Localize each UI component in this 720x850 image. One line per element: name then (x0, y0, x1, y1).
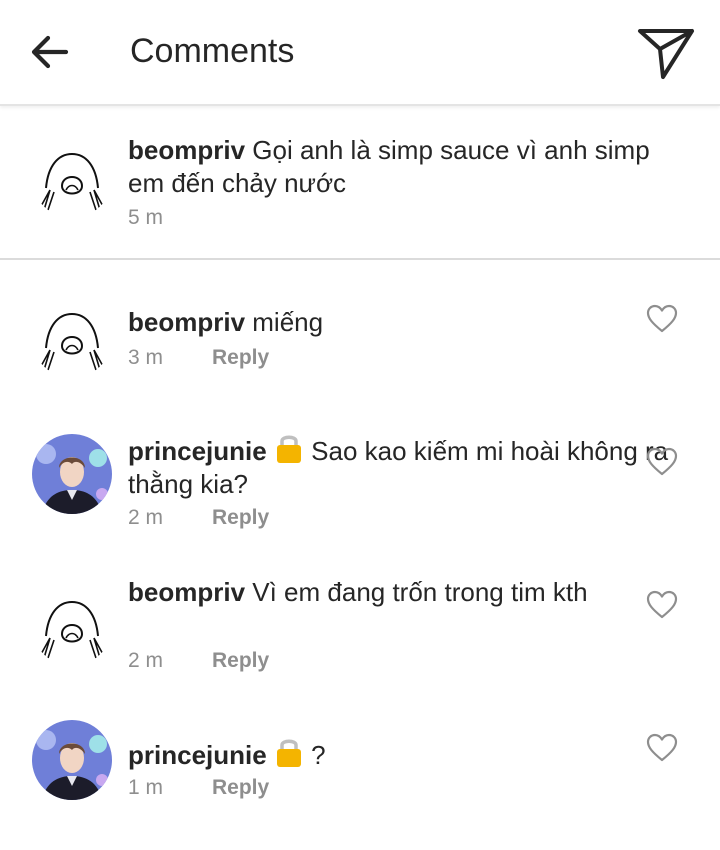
reply-button[interactable]: Reply (212, 649, 269, 673)
paper-plane-icon (638, 29, 694, 79)
comment-username[interactable]: princejunie (128, 740, 267, 770)
comment-username[interactable]: beompriv (128, 577, 245, 607)
comment-text: princejunie Sao kao kiếm mi hoài không r… (128, 432, 688, 501)
avatar[interactable] (32, 586, 112, 666)
comment-meta: 1 m Reply (128, 776, 269, 800)
heart-icon (646, 590, 678, 619)
lock-icon (276, 739, 301, 767)
back-button[interactable] (28, 30, 72, 74)
comment-time: 3 m (128, 346, 164, 369)
caption-meta: 5 m (128, 206, 163, 230)
heart-icon (646, 733, 678, 762)
reply-button[interactable]: Reply (212, 776, 269, 800)
post-caption: beompriv Gọi anh là simp sauce vì anh si… (0, 106, 720, 260)
comment-meta: 3 m Reply (128, 346, 269, 370)
reply-button[interactable]: Reply (212, 346, 269, 370)
like-button[interactable] (646, 733, 678, 763)
reply-button[interactable]: Reply (212, 506, 269, 530)
profile-photo-icon (32, 434, 112, 514)
comment-meta: 2 m Reply (128, 506, 269, 530)
arrow-left-icon (31, 35, 69, 69)
comment-body: ? (311, 740, 326, 770)
like-button[interactable] (646, 304, 678, 334)
comment-time: 1 m (128, 776, 164, 799)
sketch-avatar-icon (32, 298, 112, 378)
comment-time: 2 m (128, 649, 164, 672)
heart-icon (646, 447, 678, 476)
share-button[interactable] (636, 26, 696, 82)
lock-icon (276, 435, 301, 463)
comment-meta: 2 m Reply (128, 649, 269, 673)
comment-text: princejunie ? (128, 736, 688, 772)
heart-icon (646, 304, 678, 333)
avatar[interactable] (32, 434, 112, 514)
comment-username[interactable]: princejunie (128, 436, 267, 466)
sketch-avatar-icon (32, 138, 112, 218)
avatar[interactable] (32, 298, 112, 378)
caption-text: beompriv Gọi anh là simp sauce vì anh si… (128, 134, 688, 200)
comment-text: beompriv miếng (128, 306, 688, 339)
sketch-avatar-icon (32, 586, 112, 666)
caption-time: 5 m (128, 206, 164, 229)
like-button[interactable] (646, 447, 678, 477)
avatar[interactable] (32, 720, 112, 800)
comment-text: beompriv Vì em đang trốn trong tim kth (128, 576, 588, 609)
comment-username[interactable]: beompriv (128, 307, 245, 337)
comment-time: 2 m (128, 506, 164, 529)
top-bar: Comments (0, 0, 720, 106)
comment-body: Vì em đang trốn trong tim kth (252, 577, 588, 607)
page-title: Comments (130, 32, 295, 70)
like-button[interactable] (646, 590, 678, 620)
comment-body: miếng (252, 307, 324, 337)
avatar[interactable] (32, 138, 112, 218)
caption-username[interactable]: beompriv (128, 135, 245, 165)
profile-photo-icon (32, 720, 112, 800)
